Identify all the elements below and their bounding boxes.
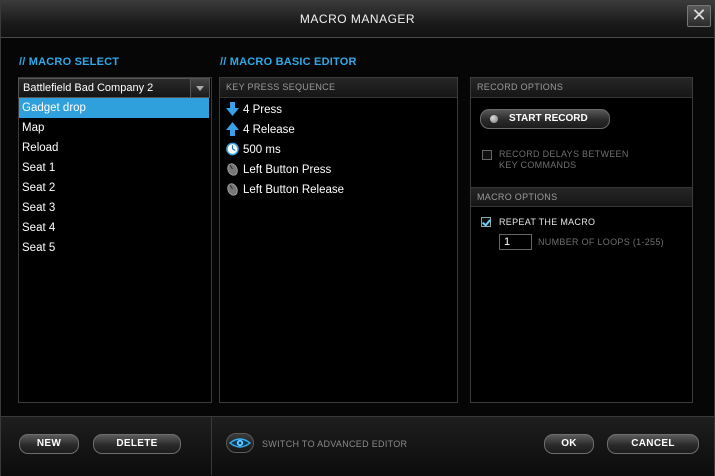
macro-list: Gadget drop Map Reload Seat 1 Seat 2 Sea… bbox=[19, 98, 209, 258]
record-delays-checkbox[interactable] bbox=[482, 150, 492, 160]
macro-item-seat-3[interactable]: Seat 3 bbox=[19, 198, 209, 218]
loops-label: NUMBER OF LOOPS (1-255) bbox=[538, 237, 664, 247]
eye-icon bbox=[228, 438, 252, 448]
loops-input[interactable] bbox=[499, 234, 532, 250]
repeat-macro-checkbox[interactable] bbox=[481, 217, 491, 227]
arrow-down-icon bbox=[226, 101, 239, 116]
game-profile-value: Battlefield Bad Company 2 bbox=[23, 82, 154, 94]
cancel-button[interactable]: CANCEL bbox=[607, 434, 699, 454]
key-sequence-header: KEY PRESS SEQUENCE bbox=[220, 78, 457, 98]
sequence-item-label: Left Button Press bbox=[243, 164, 332, 176]
footer-divider bbox=[211, 416, 212, 475]
ok-button[interactable]: OK bbox=[544, 434, 594, 454]
macro-select-heading: // MACRO SELECT bbox=[19, 56, 120, 68]
game-profile-dropdown[interactable]: Battlefield Bad Company 2 bbox=[18, 78, 210, 98]
mouse-icon bbox=[227, 183, 238, 196]
macro-item-gadget-drop[interactable]: Gadget drop bbox=[19, 98, 209, 118]
clock-icon bbox=[226, 142, 239, 156]
mouse-icon bbox=[227, 163, 238, 176]
sequence-item-label: 4 Release bbox=[243, 124, 295, 136]
macro-options-header: MACRO OPTIONS bbox=[471, 187, 692, 207]
start-record-label: START RECORD bbox=[509, 113, 588, 124]
sequence-item[interactable]: Left Button Press bbox=[226, 160, 331, 180]
sequence-item-label: 500 ms bbox=[243, 144, 281, 156]
advanced-editor-toggle[interactable] bbox=[226, 433, 254, 453]
chevron-down-icon[interactable] bbox=[190, 79, 209, 97]
sequence-item-label: Left Button Release bbox=[243, 184, 345, 196]
sequence-item[interactable]: 4 Press bbox=[226, 100, 282, 120]
record-dot-icon bbox=[490, 115, 498, 123]
sequence-item[interactable]: 500 ms bbox=[226, 140, 281, 160]
delete-button[interactable]: DELETE bbox=[93, 434, 181, 454]
title-bar: MACRO MANAGER ✕ bbox=[1, 1, 714, 38]
macro-manager-window: MACRO MANAGER ✕ // MACRO SELECT Battlefi… bbox=[0, 0, 715, 476]
macro-item-seat-2[interactable]: Seat 2 bbox=[19, 178, 209, 198]
sequence-item[interactable]: 4 Release bbox=[226, 120, 295, 140]
repeat-macro-label: REPEAT THE MACRO bbox=[499, 217, 596, 227]
sequence-item[interactable]: Left Button Release bbox=[226, 180, 344, 200]
record-delays-label: RECORD DELAYS BETWEEN KEY COMMANDS bbox=[499, 149, 629, 171]
macro-item-seat-5[interactable]: Seat 5 bbox=[19, 238, 209, 258]
key-sequence-panel: KEY PRESS SEQUENCE 4 Press 4 Release 500… bbox=[219, 77, 458, 403]
close-icon: ✕ bbox=[691, 5, 707, 25]
arrow-up-icon bbox=[226, 121, 239, 136]
macro-item-reload[interactable]: Reload bbox=[19, 138, 209, 158]
close-button[interactable]: ✕ bbox=[687, 5, 711, 27]
advanced-editor-label[interactable]: SWITCH TO ADVANCED EDITOR bbox=[262, 439, 407, 449]
record-delays-line-1: RECORD DELAYS BETWEEN bbox=[499, 149, 629, 159]
record-delays-line-2: KEY COMMANDS bbox=[499, 160, 577, 170]
macro-item-seat-1[interactable]: Seat 1 bbox=[19, 158, 209, 178]
sequence-item-label: 4 Press bbox=[243, 104, 282, 116]
start-record-button[interactable]: START RECORD bbox=[480, 109, 610, 129]
new-button[interactable]: NEW bbox=[19, 434, 79, 454]
basic-editor-heading: // MACRO BASIC EDITOR bbox=[220, 56, 357, 68]
window-title: MACRO MANAGER bbox=[299, 12, 416, 26]
macro-item-map[interactable]: Map bbox=[19, 118, 209, 138]
record-options-header: RECORD OPTIONS bbox=[471, 78, 692, 98]
macro-item-seat-4[interactable]: Seat 4 bbox=[19, 218, 209, 238]
